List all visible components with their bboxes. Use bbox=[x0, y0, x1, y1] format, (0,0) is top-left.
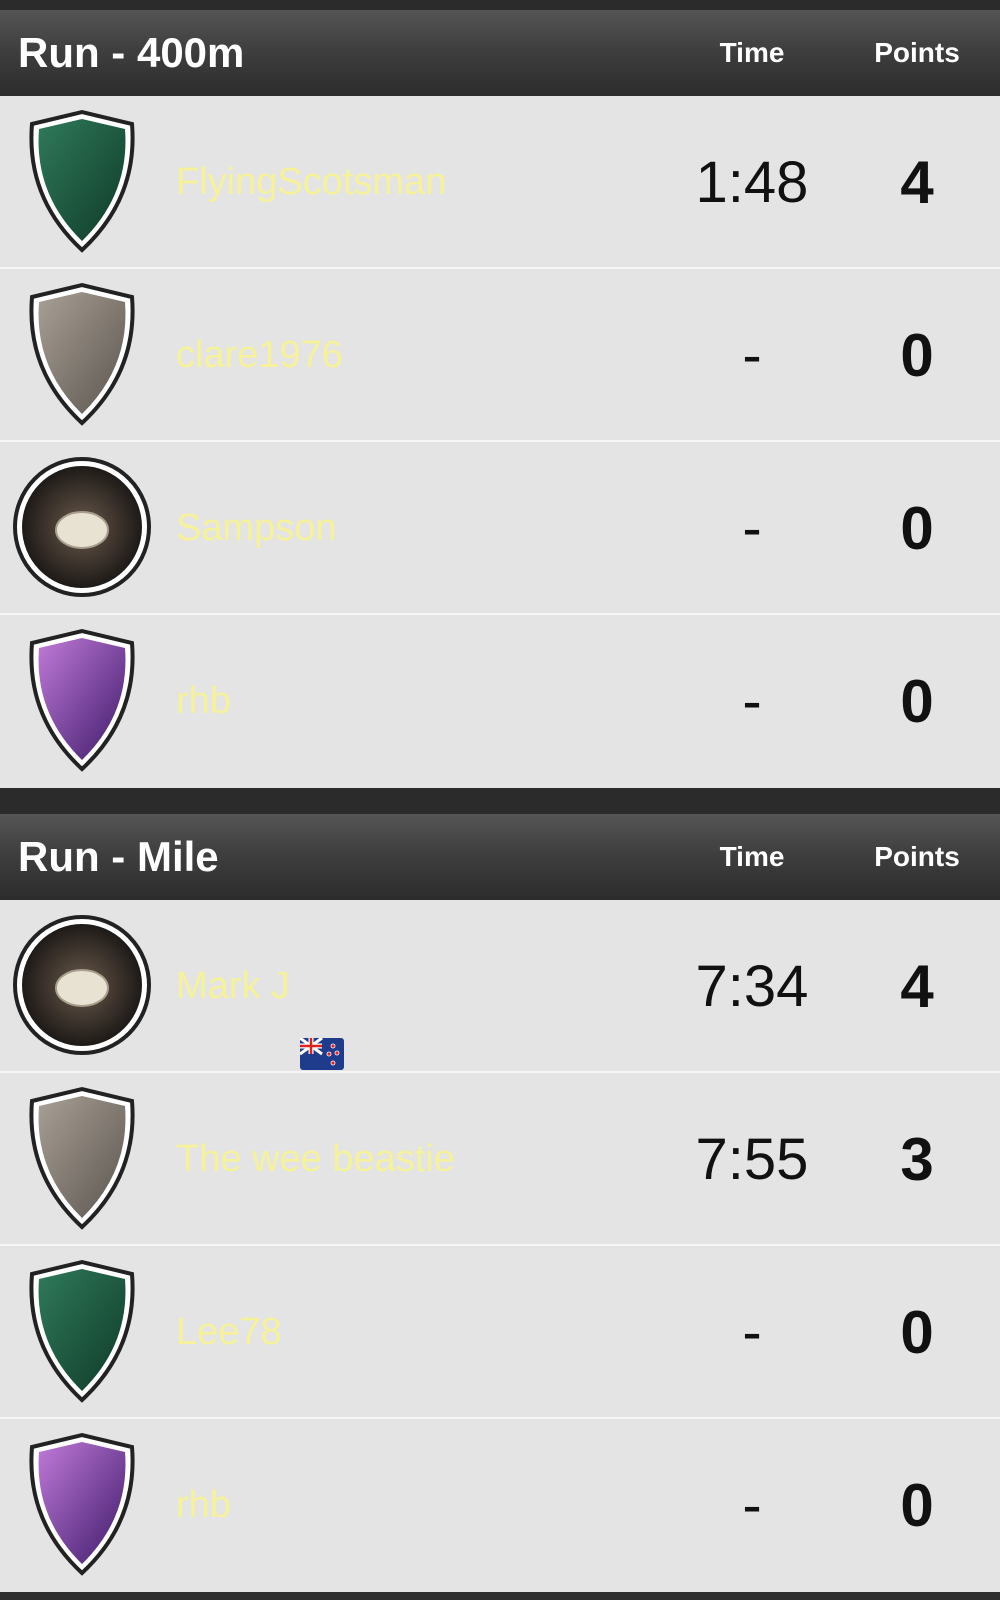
points-value: 0 bbox=[900, 1472, 934, 1539]
result-row[interactable]: Sampson - 0 bbox=[0, 442, 1000, 615]
time-value: - bbox=[742, 1473, 762, 1538]
athlete-name: clare1976 bbox=[176, 334, 343, 376]
new-zealand-flag-icon bbox=[299, 972, 344, 1070]
athlete-name: Lee78 bbox=[176, 1311, 282, 1353]
result-row[interactable]: FlyingScotsman 1:48 4 bbox=[0, 96, 1000, 269]
points-value: 4 bbox=[900, 149, 934, 216]
time-value: - bbox=[742, 496, 762, 561]
section-header: Run - 400m Time Points bbox=[0, 10, 1000, 96]
athlete-name-link[interactable]: The wee beastie bbox=[176, 1073, 455, 1246]
top-strip bbox=[0, 0, 1000, 10]
toenails-team-badge-icon bbox=[12, 1256, 152, 1406]
time-value: - bbox=[742, 1300, 762, 1365]
athlete-name-link[interactable]: clare1976 bbox=[176, 269, 343, 442]
result-row[interactable]: The wee beastie 7:55 3 bbox=[0, 1073, 1000, 1246]
result-row[interactable]: Lee78 - 0 bbox=[0, 1246, 1000, 1419]
athlete-name: Sampson bbox=[176, 507, 337, 549]
athlete-name: rhb bbox=[176, 1484, 231, 1526]
results-list: Mark J 7:34 4 The wee beastie 7:55 3 Lee… bbox=[0, 900, 1000, 1592]
section-title: Run - Mile bbox=[18, 833, 219, 880]
athlete-name-link[interactable]: rhb bbox=[176, 1419, 231, 1592]
bunion-team-badge-icon bbox=[12, 625, 152, 775]
results-list: FlyingScotsman 1:48 4 clare1976 - 0 Samp… bbox=[0, 96, 1000, 788]
section-title: Run - 400m bbox=[18, 29, 245, 76]
points-value: 0 bbox=[900, 1299, 934, 1366]
athlete-name: Mark J bbox=[176, 965, 290, 1007]
athlete-name-link[interactable]: rhb bbox=[176, 615, 231, 788]
roughskin-team-badge-icon bbox=[12, 1083, 152, 1233]
section-run-mile: Run - Mile Time Points Mark J 7:34 4 The… bbox=[0, 814, 1000, 1592]
section-divider bbox=[0, 788, 1000, 814]
athlete-name-link[interactable]: Mark J bbox=[176, 900, 344, 1073]
points-column-header: Points bbox=[874, 841, 960, 872]
points-value: 0 bbox=[900, 668, 934, 735]
time-value: 1:48 bbox=[695, 150, 809, 215]
time-value: 7:34 bbox=[695, 954, 809, 1019]
toenails-team-badge-icon bbox=[12, 106, 152, 256]
roughskin-team-badge-icon bbox=[12, 279, 152, 429]
athlete-name-link[interactable]: FlyingScotsman bbox=[176, 96, 446, 269]
section-run-400m: Run - 400m Time Points FlyingScotsman 1:… bbox=[0, 10, 1000, 788]
points-value: 0 bbox=[900, 495, 934, 562]
section-header: Run - Mile Time Points bbox=[0, 814, 1000, 900]
time-column-header: Time bbox=[719, 841, 785, 872]
result-row[interactable]: clare1976 - 0 bbox=[0, 269, 1000, 442]
points-value: 0 bbox=[900, 322, 934, 389]
points-value: 4 bbox=[900, 953, 934, 1020]
fungus-team-badge-icon bbox=[12, 910, 152, 1060]
result-row[interactable]: Mark J 7:34 4 bbox=[0, 900, 1000, 1073]
bunion-team-badge-icon bbox=[12, 1429, 152, 1579]
time-value: 7:55 bbox=[695, 1127, 809, 1192]
fungus-team-badge-icon bbox=[12, 452, 152, 602]
athlete-name: The wee beastie bbox=[176, 1138, 455, 1180]
athlete-name: rhb bbox=[176, 680, 231, 722]
points-column-header: Points bbox=[874, 37, 960, 68]
points-value: 3 bbox=[900, 1126, 934, 1193]
athlete-name: FlyingScotsman bbox=[176, 161, 447, 203]
result-row[interactable]: rhb - 0 bbox=[0, 1419, 1000, 1592]
time-column-header: Time bbox=[719, 37, 785, 68]
athlete-name-link[interactable]: Lee78 bbox=[176, 1246, 282, 1419]
time-value: - bbox=[742, 323, 762, 388]
athlete-name-link[interactable]: Sampson bbox=[176, 442, 337, 615]
time-value: - bbox=[742, 669, 762, 734]
result-row[interactable]: rhb - 0 bbox=[0, 615, 1000, 788]
